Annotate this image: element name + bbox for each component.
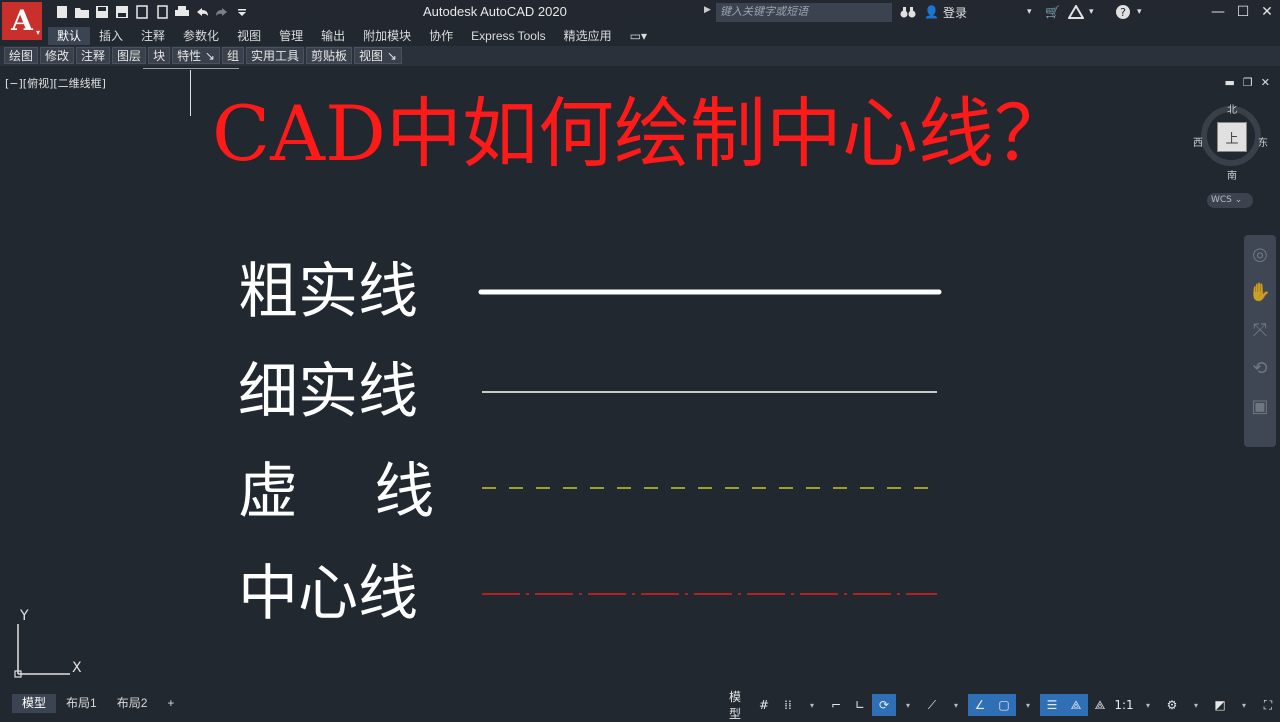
compass-north[interactable]: 北 xyxy=(1227,101,1237,116)
viewcube-top-face[interactable]: 上 xyxy=(1217,122,1247,152)
model-space-button[interactable]: 模型 xyxy=(728,690,752,721)
ucs-icon: Y X xyxy=(14,608,82,678)
chevron-down-icon: ⌄ xyxy=(1234,195,1243,205)
polar-dropdown-icon[interactable]: ▾ xyxy=(896,694,920,716)
snap-mode-icon[interactable]: ⁞⁞ xyxy=(776,694,800,716)
viewcube[interactable]: 上 北 南 东 西 xyxy=(1193,100,1268,182)
polar-tracking-icon[interactable]: ⟳ xyxy=(872,694,896,716)
object-snap-icon[interactable]: ▢ xyxy=(992,694,1016,716)
workspace-gear-icon[interactable]: ⚙ xyxy=(1160,694,1184,716)
annotation-scale-value[interactable]: 1:1 xyxy=(1112,694,1136,716)
steering-wheel-icon[interactable]: ◎ xyxy=(1244,235,1276,273)
customize-dropdown-icon[interactable]: ▾ xyxy=(1232,694,1256,716)
grid-icon[interactable]: # xyxy=(752,694,776,716)
isodraft-dropdown-icon[interactable]: ▾ xyxy=(944,694,968,716)
orbit-icon[interactable]: ⟲ xyxy=(1244,349,1276,387)
tab-layout1[interactable]: 布局1 xyxy=(56,694,107,713)
ucs-y-label: Y xyxy=(19,608,29,624)
clean-screen-icon[interactable]: ⛶ xyxy=(1256,694,1280,716)
dynamic-input-icon[interactable]: ∟ xyxy=(848,694,872,716)
navigation-bar: ◎ ✋ ⤧ ⟲ ▣ xyxy=(1244,235,1276,447)
drawing-lines xyxy=(478,289,942,595)
scale-dropdown-icon[interactable]: ▾ xyxy=(1136,694,1160,716)
lineweight-icon[interactable]: ☰ xyxy=(1040,694,1064,716)
annotation-visibility-icon[interactable]: ⟁ xyxy=(1064,694,1088,716)
wcs-label: WCS xyxy=(1211,195,1232,205)
ucs-x-label: X xyxy=(72,660,82,676)
snap-dropdown-icon[interactable]: ▾ xyxy=(800,694,824,716)
hardware-acceleration-icon[interactable]: ◩ xyxy=(1208,694,1232,716)
compass-south[interactable]: 南 xyxy=(1227,167,1237,182)
showmotion-icon[interactable]: ▣ xyxy=(1244,387,1276,425)
add-layout-button[interactable]: + xyxy=(157,694,184,713)
workspace-dropdown-icon[interactable]: ▾ xyxy=(1184,694,1208,716)
tab-layout2[interactable]: 布局2 xyxy=(107,694,158,713)
compass-west[interactable]: 西 xyxy=(1193,134,1203,149)
zoom-extents-icon[interactable]: ⤧ xyxy=(1244,311,1276,349)
wcs-menu[interactable]: WCS ⌄ xyxy=(1207,193,1253,208)
object-snap-tracking-icon[interactable]: ∠ xyxy=(968,694,992,716)
pan-icon[interactable]: ✋ xyxy=(1244,273,1276,311)
layout-tabs: 模型 布局1 布局2 + xyxy=(0,692,720,714)
infer-constraints-icon[interactable]: ⌐ xyxy=(824,694,848,716)
osnap-dropdown-icon[interactable]: ▾ xyxy=(1016,694,1040,716)
compass-east[interactable]: 东 xyxy=(1258,134,1268,149)
status-bar: 模型 # ⁞⁞ ▾ ⌐ ∟ ⟳ ▾ ⟋ ▾ ∠ ▢ ▾ ☰ ⟁ ⟁ 1:1 ▾ … xyxy=(728,690,1280,721)
annotation-scale-icon[interactable]: ⟁ xyxy=(1088,694,1112,716)
isodraft-icon[interactable]: ⟋ xyxy=(920,694,944,716)
tab-model[interactable]: 模型 xyxy=(12,693,57,713)
